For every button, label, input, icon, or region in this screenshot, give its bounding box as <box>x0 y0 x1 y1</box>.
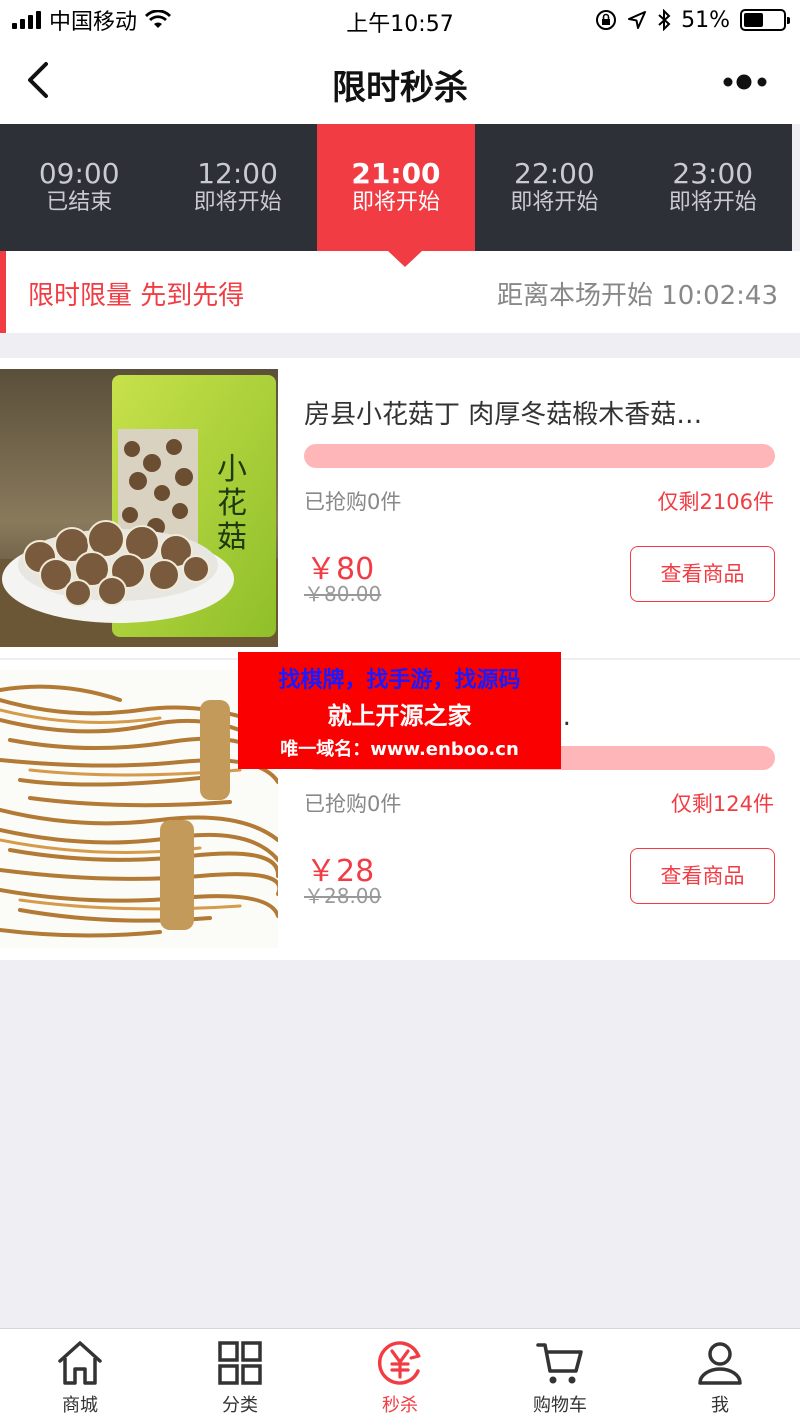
sold-count: 已抢购0件 <box>304 490 402 514</box>
original-price: ￥80.00 <box>304 582 382 606</box>
svg-text:小: 小 <box>217 452 247 487</box>
view-product-button[interactable]: 查看商品 <box>630 848 775 904</box>
nav-bar: 限时秒杀 <box>0 40 800 124</box>
tab-2100[interactable]: 21:00 即将开始 <box>316 124 476 251</box>
tab-time: 22:00 <box>514 156 595 190</box>
more-icon[interactable] <box>722 70 770 94</box>
bottom-tab-bar: 商城 分类 秒杀 购物车 我 <box>0 1328 800 1422</box>
time-tabs: 09:00 已结束 12:00 即将开始 21:00 即将开始 22:00 即将… <box>0 124 800 251</box>
sales-progress-bar <box>304 444 775 468</box>
product-image-bamboo-shoots[interactable] <box>0 670 278 948</box>
bottom-tab-cart[interactable]: 购物车 <box>480 1329 640 1422</box>
tab-2200[interactable]: 22:00 即将开始 <box>475 124 633 251</box>
product-image-mushroom[interactable]: 小 花 菇 <box>0 369 278 647</box>
page-title: 限时秒杀 <box>332 68 468 108</box>
remaining-count: 仅剩2106件 <box>657 490 774 514</box>
user-icon <box>698 1342 742 1385</box>
svg-text:菇: 菇 <box>217 520 247 555</box>
tab-1200[interactable]: 12:00 即将开始 <box>158 124 316 251</box>
product-card[interactable]: 小 花 菇 房县小花菇丁 肉厚冬菇椴木香菇… 已抢购0件 仅剩2106件 ￥80… <box>0 358 800 658</box>
bottom-tab-mall[interactable]: 商城 <box>0 1329 160 1422</box>
bottom-tab-me[interactable]: 我 <box>640 1329 800 1422</box>
countdown-value: 10:02:43 <box>661 281 778 311</box>
remaining-count: 仅剩124件 <box>670 792 774 816</box>
product-name[interactable]: 房县小花菇丁 肉厚冬菇椴木香菇… <box>304 394 756 431</box>
home-icon <box>58 1341 102 1385</box>
view-product-button[interactable]: 查看商品 <box>630 546 775 602</box>
tab-status: 已结束 <box>46 189 113 215</box>
tab-status: 即将开始 <box>510 189 599 215</box>
location-icon <box>628 11 647 29</box>
active-tab-pointer <box>388 251 422 267</box>
bottom-tab-label: 商城 <box>62 1395 98 1416</box>
bluetooth-icon <box>658 9 671 31</box>
status-bar: 中国移动 上午10:57 51% <box>0 0 800 40</box>
cart-icon <box>536 1343 583 1384</box>
tab-2300[interactable]: 23:00 即将开始 <box>634 124 792 251</box>
tabs-edge <box>791 124 800 251</box>
orientation-lock-icon <box>596 10 617 30</box>
watermark-line-3: 唯一域名：www.enboo.cn <box>280 739 519 760</box>
battery-percent: 51% <box>681 7 730 33</box>
tab-time: 21:00 <box>351 156 441 190</box>
svg-text:花: 花 <box>217 486 247 521</box>
tab-status: 即将开始 <box>351 189 440 215</box>
tab-time: 09:00 <box>38 156 120 190</box>
bottom-tab-label: 购物车 <box>533 1395 587 1416</box>
watermark-banner: 找棋牌，找手游，找源码 就上开源之家 唯一域名：www.enboo.cn <box>238 652 561 769</box>
slogan: 限时限量 先到先得 <box>28 281 245 311</box>
info-bar: 限时限量 先到先得 距离本场开始 10:02:43 <box>0 251 800 333</box>
bottom-tab-category[interactable]: 分类 <box>160 1329 320 1422</box>
sold-count: 已抢购0件 <box>304 792 402 816</box>
bottom-tab-label: 分类 <box>222 1395 258 1416</box>
tab-status: 即将开始 <box>193 189 282 215</box>
battery-icon <box>740 9 790 31</box>
tab-time: 23:00 <box>672 156 754 190</box>
original-price: ￥28.00 <box>304 884 382 908</box>
countdown-label: 距离本场开始 <box>496 281 653 311</box>
tab-time: 12:00 <box>197 156 278 190</box>
watermark-line-2: 就上开源之家 <box>327 702 472 730</box>
tab-status: 即将开始 <box>668 189 757 215</box>
grid-icon <box>218 1341 262 1385</box>
bottom-tab-label: 秒杀 <box>382 1395 418 1416</box>
status-right: 51% <box>595 6 790 34</box>
bottom-tab-label: 我 <box>711 1395 729 1416</box>
countdown: 距离本场开始 10:02:43 <box>497 275 778 312</box>
watermark-line-1: 找棋牌，找手游，找源码 <box>278 668 521 693</box>
tab-0900[interactable]: 09:00 已结束 <box>0 124 158 251</box>
bottom-tab-flash-sale[interactable]: 秒杀 <box>320 1329 480 1422</box>
yen-icon <box>377 1341 421 1385</box>
